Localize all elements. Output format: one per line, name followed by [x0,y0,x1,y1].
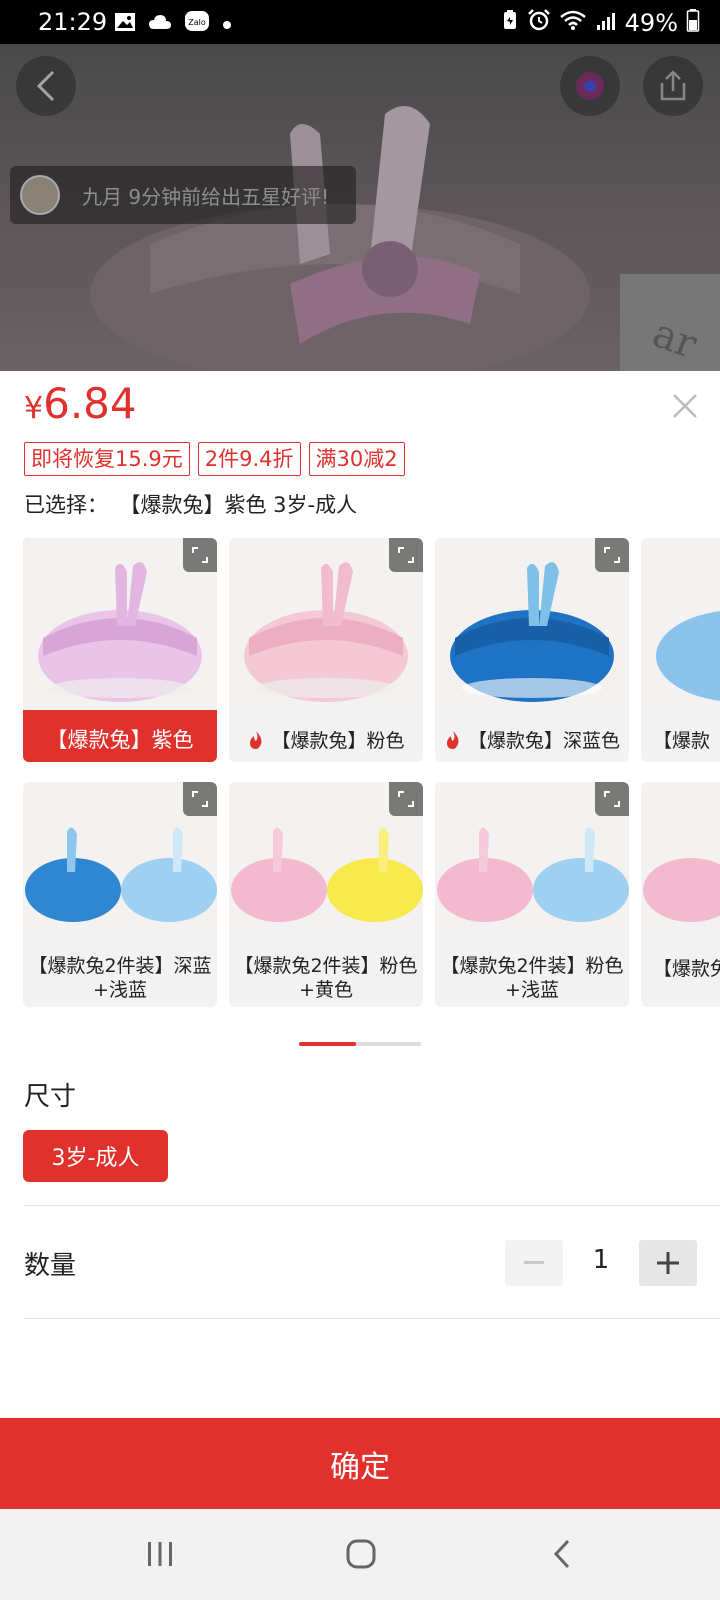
recent-apps-button[interactable] [130,1529,190,1579]
product-image-backdrop[interactable]: ar 九月 9分钟前给出五星好评! [0,44,720,371]
hot-flame-icon [446,731,459,749]
variant-label: 【爆款兔2件装】粉色+黄色 [234,955,418,1001]
home-button[interactable] [331,1529,391,1579]
variant-card[interactable]: 【爆款兔2件装】深蓝+浅蓝 [23,782,217,1007]
back-button[interactable] [16,56,76,116]
variant-image [641,782,720,932]
variant-card[interactable]: 【爆款兔】粉色 [229,538,423,762]
battery-percent: 49% [624,9,678,37]
close-button[interactable] [668,389,702,423]
variant-label: 【爆款兔2件装】粉色+浅蓝 [440,955,624,1001]
recent-apps-icon [148,1542,172,1566]
minus-icon [524,1261,544,1264]
expand-button[interactable] [595,538,629,572]
alarm-icon [527,9,551,37]
expand-icon [604,791,620,807]
variant-label: 【爆款兔2件装】深蓝+浅蓝 [28,955,212,1001]
signal-icon [595,9,617,37]
zalo-icon: Zalo [184,10,210,38]
close-icon [673,394,697,418]
expand-button[interactable] [389,538,423,572]
variant-label: 【爆款兔 [653,958,720,980]
quantity-value[interactable]: 1 [584,1245,618,1275]
live-icon [576,72,604,100]
battery-saver-icon [501,9,519,37]
variant-card[interactable]: 【爆款兔2件装】粉色+浅蓝 [435,782,629,1007]
variant-label: 【爆款兔】深蓝色 [468,730,621,752]
expand-button[interactable] [183,538,217,572]
chevron-left-icon [36,70,55,102]
size-option[interactable]: 3岁-成人 [23,1130,168,1182]
plus-icon [657,1252,679,1274]
promo-tags: 即将恢复15.9元 2件9.4折 满30减2 [24,442,405,476]
share-icon [660,70,686,101]
variant-grid: 【爆款兔】紫色 【爆款兔】粉色 【爆款兔】深蓝色 【爆款 【爆款兔2件装】深蓝+… [0,538,720,1013]
variant-image [641,538,720,710]
status-bar: 21:29 Zalo 49% [0,0,720,44]
promo-tag: 满30减2 [308,442,405,476]
gallery-icon [114,12,136,36]
variant-label-row: 【爆款兔】深蓝色 [435,726,629,753]
share-button[interactable] [643,56,703,116]
variant-label: 【爆款兔】紫色 [46,728,194,752]
toast-message: 九月 9分钟前给出五星好评! [82,184,330,209]
home-icon [346,1539,376,1569]
quantity-label: 数量 [24,1251,77,1281]
expand-button[interactable] [389,782,423,816]
divider [24,1205,720,1206]
variant-card[interactable]: 【爆款兔】深蓝色 [435,538,629,762]
selected-value: 【爆款兔】紫色 3岁-成人 [130,493,358,517]
selected-summary: 已选择： 【爆款兔】紫色 3岁-成人 [24,489,357,519]
avatar [20,175,60,215]
status-time: 21:29 [38,8,108,36]
expand-icon [192,791,208,807]
expand-icon [192,547,208,563]
back-icon [553,1539,570,1569]
variant-card[interactable]: 【爆款 [641,538,720,762]
system-back-button[interactable] [532,1529,592,1579]
system-nav-bar [0,1509,720,1600]
expand-icon [398,547,414,563]
sku-selector-sheet: ¥6.84 即将恢复15.9元 2件9.4折 满30减2 已选择： 【爆款兔】紫色… [0,371,720,1600]
variant-label: 【爆款 [653,730,711,752]
hot-flame-icon [250,731,262,749]
review-toast: 九月 9分钟前给出五星好评! [10,166,356,224]
variant-card[interactable]: 【爆款兔 [641,782,720,1007]
expand-button[interactable] [183,782,217,816]
variant-card[interactable]: 【爆款兔2件装】粉色+黄色 [229,782,423,1007]
variant-card[interactable]: 【爆款兔】紫色 [23,538,217,762]
currency-symbol: ¥ [24,391,44,426]
cloud-icon [148,13,172,35]
confirm-button[interactable]: 确定 [0,1418,720,1509]
price-value: 6.84 [43,379,137,428]
battery-icon [686,8,700,38]
variant-label: 【爆款兔】粉色 [271,730,405,752]
live-button[interactable] [560,56,620,116]
price: ¥6.84 [24,379,137,428]
svg-text:Zalo: Zalo [188,18,206,27]
dot-icon [222,15,232,34]
decrement-button[interactable] [505,1240,563,1286]
promo-tag: 2件9.4折 [197,442,301,476]
expand-icon [604,547,620,563]
increment-button[interactable] [639,1240,697,1286]
selected-label: 已选择： [24,493,108,517]
variant-scroll-indicator [299,1042,421,1046]
expand-button[interactable] [595,782,629,816]
expand-icon [398,791,414,807]
wifi-icon [559,9,587,37]
size-title: 尺寸 [24,1082,77,1112]
variant-label-row: 【爆款兔】粉色 [229,726,423,753]
divider [24,1318,720,1319]
promo-tag: 即将恢复15.9元 [24,442,190,476]
